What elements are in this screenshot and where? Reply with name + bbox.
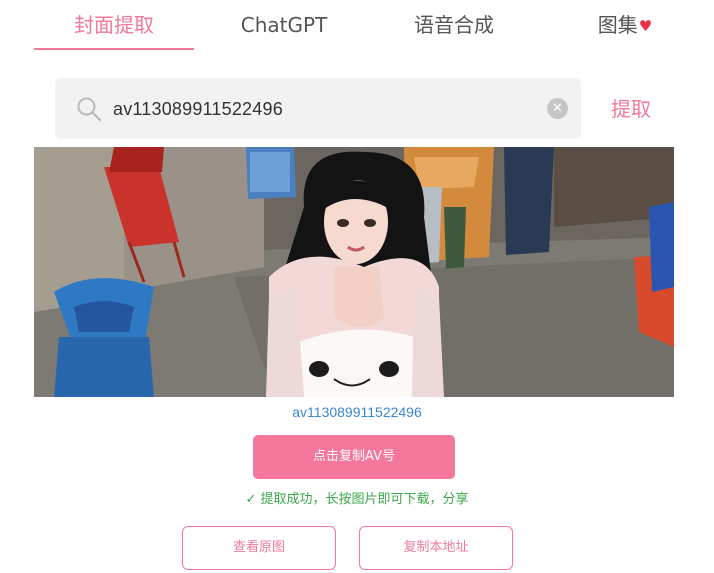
tab-label: ChatGPT <box>240 13 328 37</box>
view-original-button[interactable]: 查看原图 <box>182 526 336 570</box>
check-icon: ✓ <box>245 492 257 507</box>
search-icon <box>77 97 102 122</box>
tab-gallery[interactable]: 图集♥ <box>570 10 680 40</box>
tab-label: 封面提取 <box>74 13 154 37</box>
tab-cover-extract[interactable]: 封面提取 <box>34 10 194 40</box>
tab-label: 语音合成 <box>414 13 494 37</box>
active-tab-indicator <box>34 48 194 50</box>
status-text: 提取成功，长按图片即可下载，分享 <box>260 492 469 507</box>
tab-label: 图集 <box>597 13 638 37</box>
tab-chatgpt[interactable]: ChatGPT <box>214 10 354 40</box>
search-bar: av113089911522496 ✕ <box>55 78 581 139</box>
top-tab-bar: 封面提取 ChatGPT 语音合成 图集♥ <box>0 0 714 52</box>
clear-icon[interactable]: ✕ <box>547 98 568 119</box>
extract-button[interactable]: 提取 <box>611 94 651 124</box>
tab-speech-synthesis[interactable]: 语音合成 <box>384 10 524 40</box>
av-id-link[interactable]: av113089911522496 <box>0 404 714 420</box>
status-message: ✓ 提取成功，长按图片即可下载，分享 <box>0 488 714 507</box>
heart-icon: ♥ <box>638 17 653 35</box>
search-input[interactable]: av113089911522496 <box>113 94 283 124</box>
copy-av-button[interactable]: 点击复制AV号 <box>253 435 455 479</box>
cover-image[interactable] <box>34 147 674 397</box>
copy-url-button[interactable]: 复制本地址 <box>359 526 513 570</box>
